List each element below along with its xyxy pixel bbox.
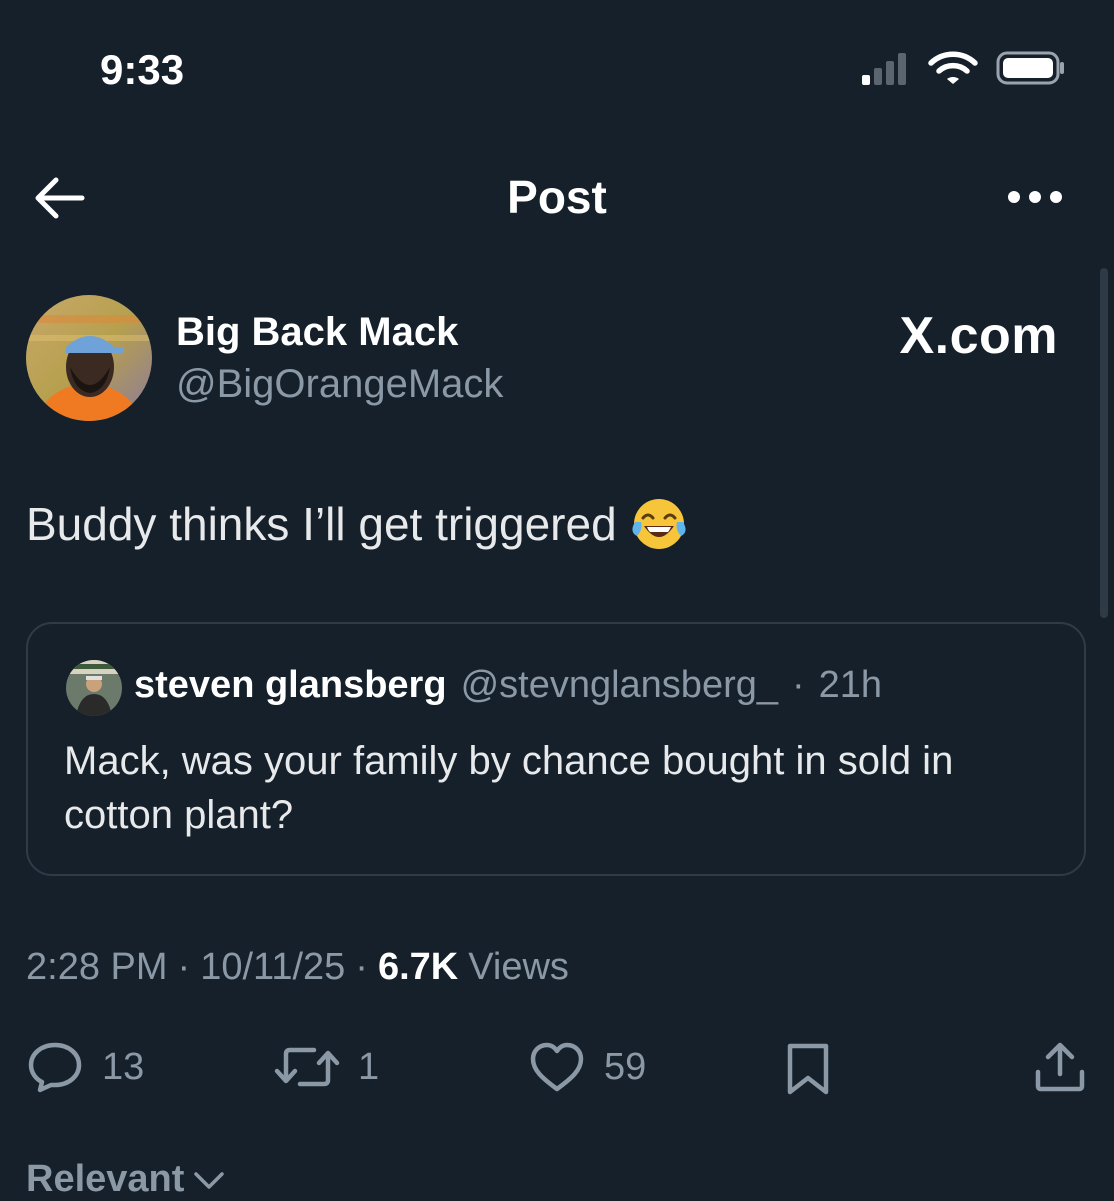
scrollbar[interactable] <box>1100 268 1108 618</box>
reply-button[interactable]: 13 <box>26 1040 144 1094</box>
like-button[interactable]: 59 <box>528 1040 646 1094</box>
meta-separator: · <box>355 946 368 988</box>
post-text-content: Buddy thinks I’ll get triggered <box>26 498 617 550</box>
quoted-post-age: 21h <box>818 664 883 706</box>
like-count: 59 <box>604 1045 647 1088</box>
quoted-author-avatar[interactable] <box>66 660 122 716</box>
status-time: 9:33 <box>100 46 185 93</box>
quoted-post-card[interactable]: steven glansberg @stevnglansberg_ · 21h … <box>26 622 1086 876</box>
heart-icon <box>530 1042 584 1092</box>
post-meta: 2:28 PM · 10/11/25 · 6.7K Views <box>26 946 569 989</box>
meta-separator: · <box>177 946 191 988</box>
bookmark-button[interactable] <box>784 1040 832 1096</box>
post-date: 10/11/25 <box>200 946 346 988</box>
reply-sort-dropdown[interactable]: Relevant <box>26 1158 226 1201</box>
status-icons <box>860 50 1066 86</box>
repost-button[interactable]: 1 <box>274 1040 379 1094</box>
wifi-icon <box>928 51 978 84</box>
battery-icon <box>996 51 1064 85</box>
more-options-icon[interactable] <box>1006 188 1064 206</box>
chevron-down-icon <box>194 1171 225 1189</box>
quoted-author-name[interactable]: steven glansberg <box>134 664 447 707</box>
cellular-signal-icon <box>862 53 906 85</box>
quoted-post-text: Mack, was your family by chance bought i… <box>64 739 954 837</box>
post-text: Buddy thinks I’ll get triggered <box>26 496 687 552</box>
author-handle[interactable]: @BigOrangeMack <box>176 362 503 407</box>
quoted-post-header: steven glansberg @stevnglansberg_ · 21h <box>134 664 882 707</box>
share-icon <box>1035 1042 1085 1092</box>
author-avatar[interactable] <box>26 295 152 421</box>
bookmark-icon <box>787 1043 829 1095</box>
views-label[interactable]: Views <box>468 946 569 989</box>
quoted-author-handle[interactable]: @stevnglansberg_ <box>461 664 778 707</box>
quoted-separator: · <box>792 664 805 706</box>
repost-count: 1 <box>358 1045 380 1088</box>
brand-watermark: X.com <box>899 307 1058 365</box>
views-count[interactable]: 6.7K <box>378 946 458 989</box>
repost-icon <box>274 1047 340 1087</box>
author-name[interactable]: Big Back Mack <box>176 310 458 355</box>
reply-icon <box>28 1042 82 1093</box>
reply-sort-label: Relevant <box>26 1158 185 1200</box>
page-title: Post <box>507 171 607 223</box>
post-time: 2:28 PM <box>26 946 168 988</box>
face-with-tears-of-joy-icon <box>632 499 686 549</box>
reply-count: 13 <box>102 1045 145 1088</box>
share-button[interactable] <box>1032 1040 1088 1094</box>
